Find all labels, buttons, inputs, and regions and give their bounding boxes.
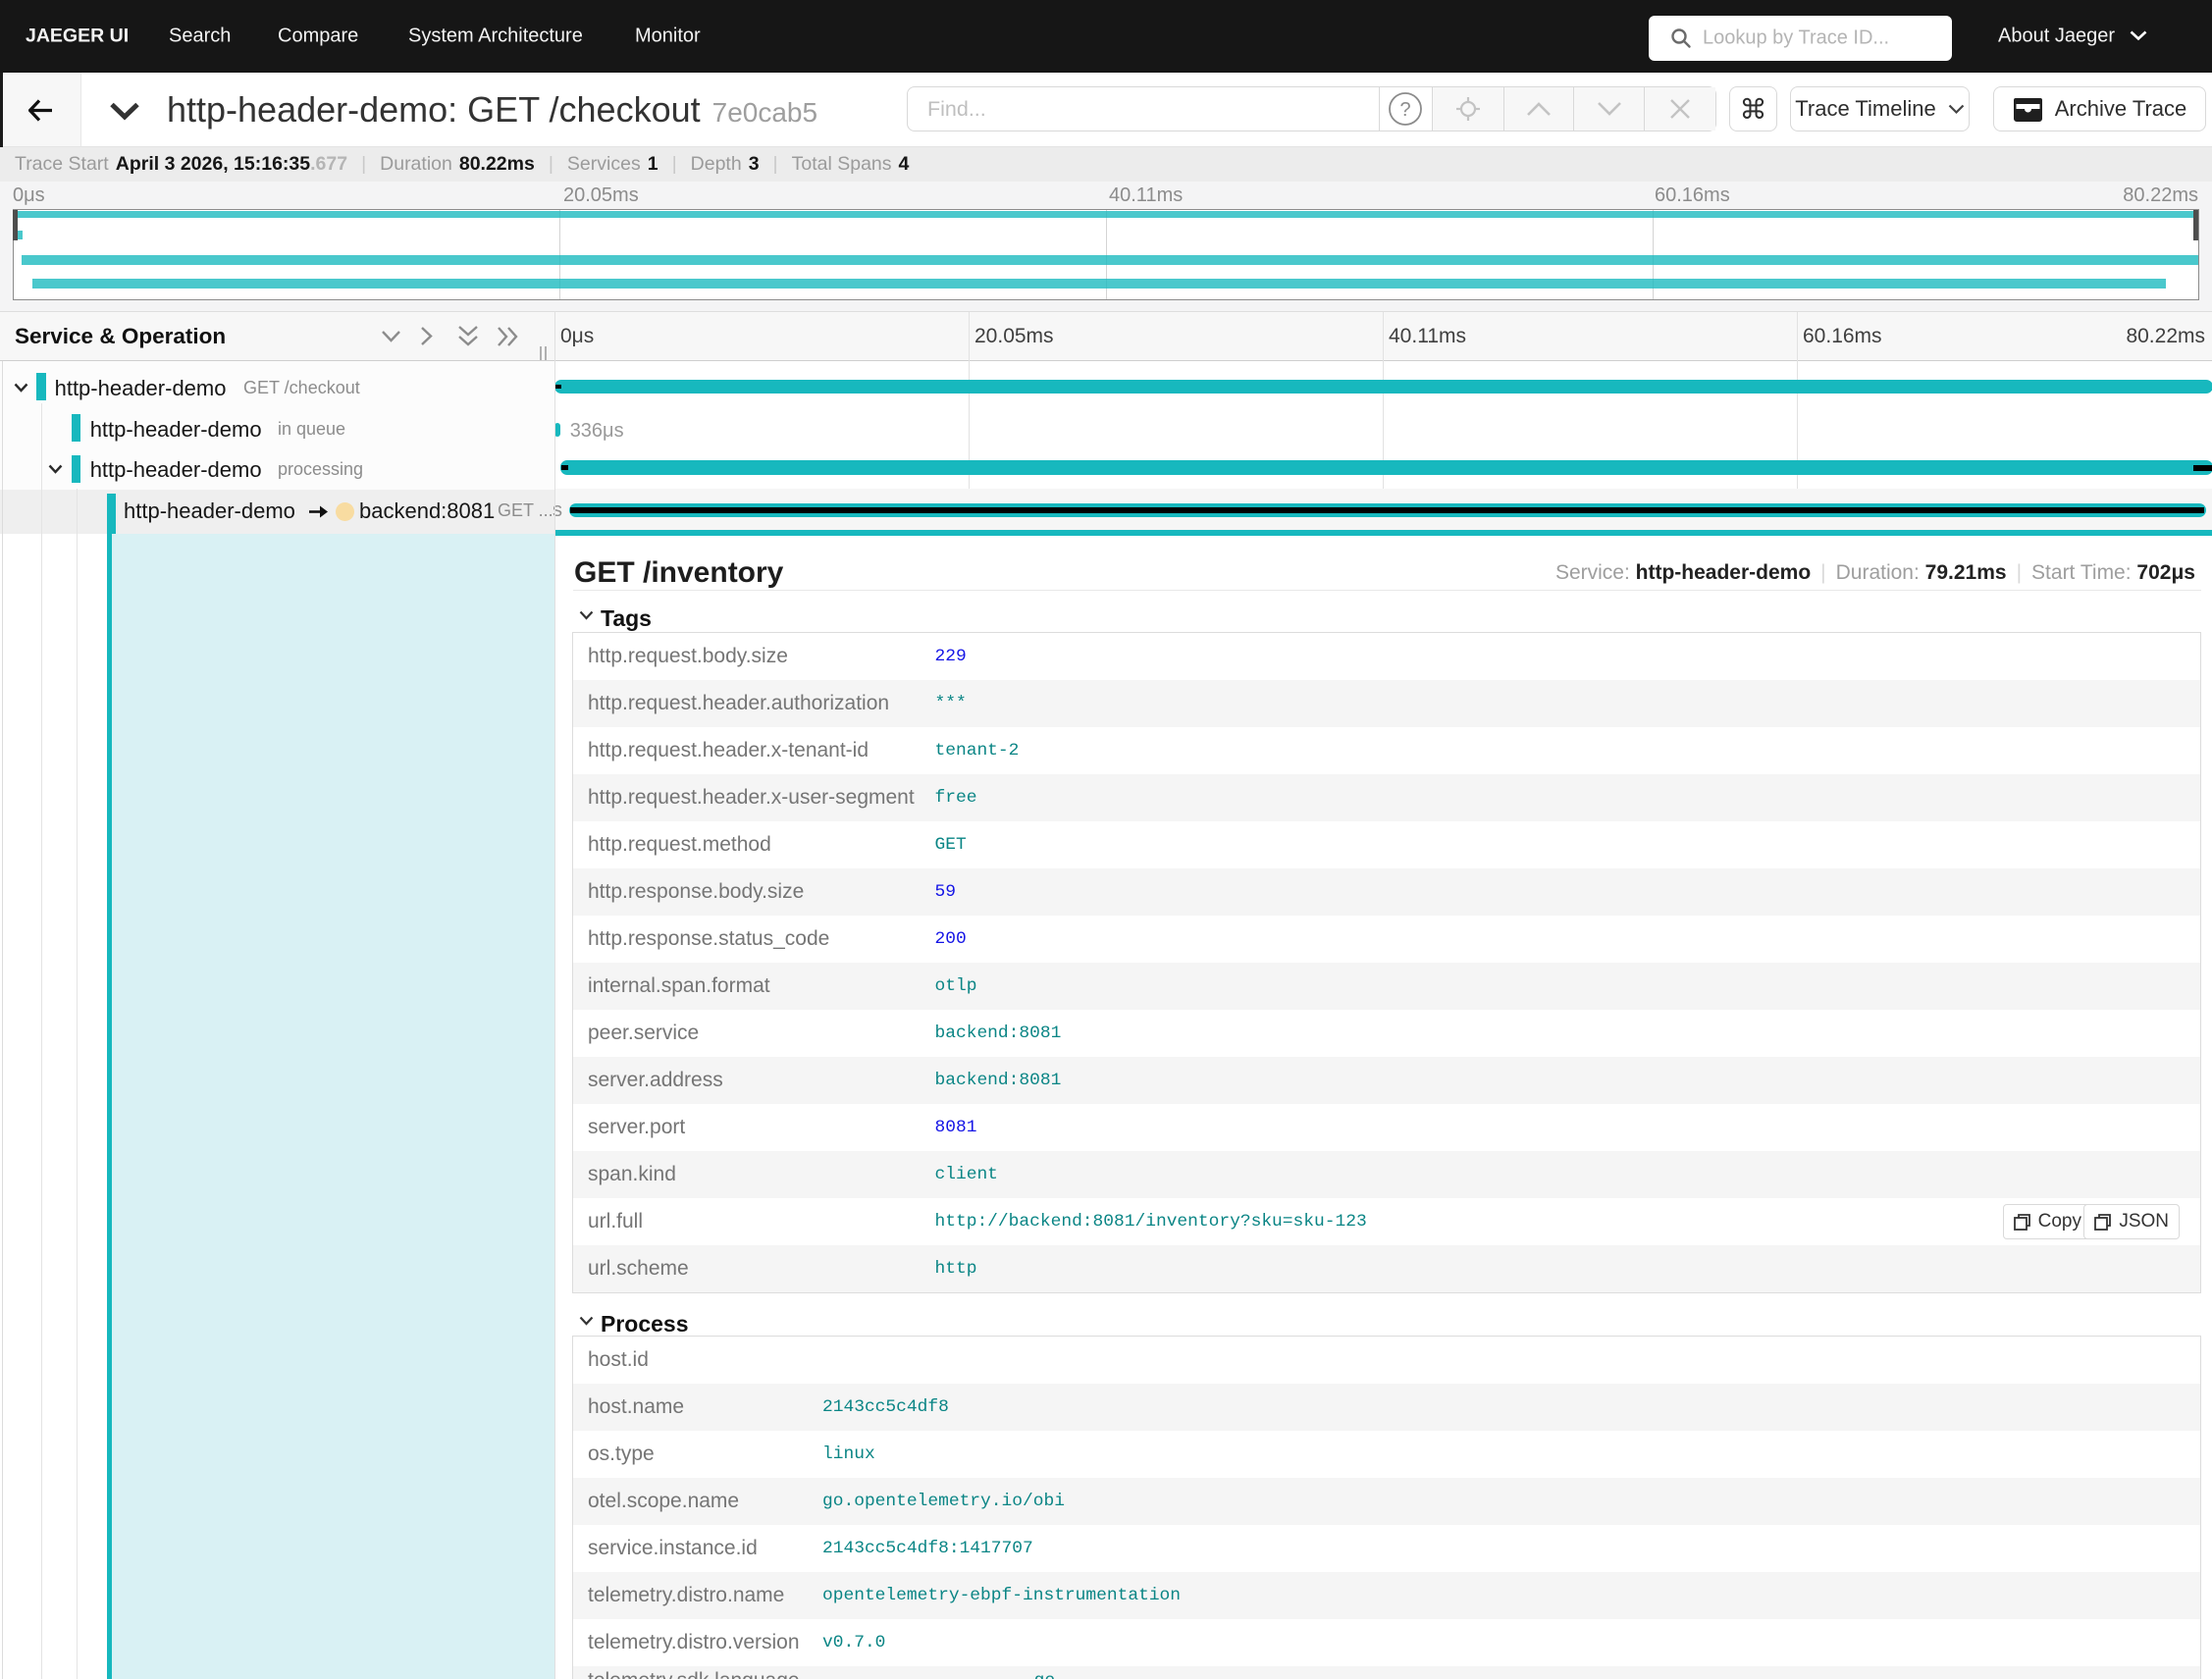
svg-text:?: ? [1400,99,1411,121]
